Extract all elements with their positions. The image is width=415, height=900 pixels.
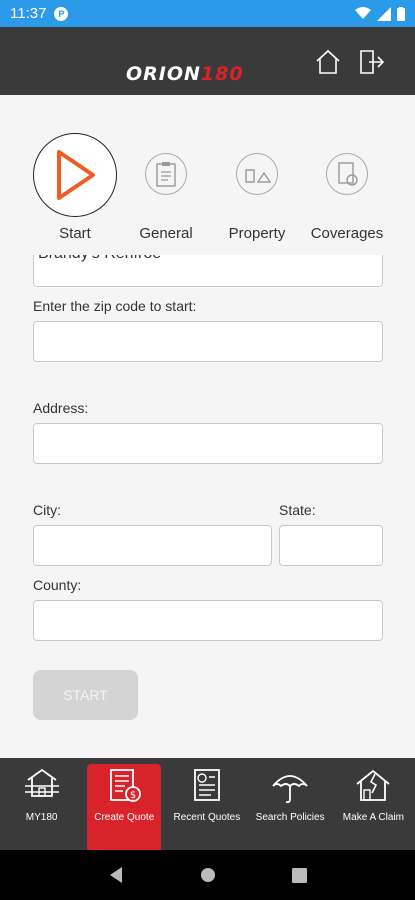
- home-circle-icon[interactable]: [200, 867, 216, 883]
- nav-label: Search Policies: [255, 812, 325, 823]
- property-icon: [236, 153, 278, 195]
- quote-form-screen: Start General Property Coverages Brandy'…: [0, 95, 415, 758]
- status-time: 11:37: [10, 5, 47, 22]
- app-header: ORION180: [0, 27, 415, 95]
- umbrella-icon: [270, 766, 310, 806]
- logout-button[interactable]: [356, 47, 386, 77]
- city-input[interactable]: [33, 525, 272, 566]
- zip-input[interactable]: [33, 321, 383, 362]
- home-button[interactable]: [313, 47, 343, 77]
- nav-search-policies[interactable]: Search Policies: [249, 758, 332, 850]
- step-label: Property: [228, 225, 286, 242]
- nav-label: Create Quote: [94, 812, 155, 823]
- quote-doc-icon: $: [104, 766, 144, 806]
- orion180-logo: ORION180: [126, 63, 244, 85]
- bottom-nav: MY180 $ Create Quote Recent Quotes Searc…: [0, 758, 415, 850]
- svg-text:$: $: [130, 790, 136, 801]
- signal-icon: [377, 6, 391, 21]
- house-stack-icon: [22, 766, 62, 806]
- home-icon: [316, 49, 340, 74]
- clipboard-icon: [145, 153, 187, 195]
- nav-recent-quotes[interactable]: Recent Quotes: [165, 758, 248, 850]
- wifi-icon: [355, 7, 371, 19]
- county-input[interactable]: [33, 600, 383, 641]
- state-input[interactable]: [279, 525, 383, 566]
- city-label: City:: [33, 502, 61, 518]
- recent-doc-icon: [187, 766, 227, 806]
- coverages-icon: [326, 153, 368, 195]
- back-icon[interactable]: [108, 866, 124, 884]
- address-input[interactable]: [33, 423, 383, 464]
- status-indicators: [355, 6, 405, 21]
- nav-label: Recent Quotes: [173, 812, 241, 823]
- address-label: Address:: [33, 400, 89, 416]
- nav-create-quote[interactable]: $ Create Quote: [87, 764, 162, 850]
- logout-icon: [360, 50, 385, 74]
- nav-make-a-claim[interactable]: Make A Claim: [332, 758, 415, 850]
- state-label: State:: [279, 502, 316, 518]
- nav-label: Make A Claim: [342, 812, 404, 823]
- nav-my180[interactable]: MY180: [0, 758, 83, 850]
- status-bar: 11:37 P: [0, 0, 415, 27]
- system-nav-bar: [0, 850, 415, 900]
- notification-app-icon: P: [54, 6, 69, 21]
- name-field-partial[interactable]: Brandy's Renfroe: [33, 255, 383, 287]
- nav-label: MY180: [25, 812, 58, 823]
- battery-icon: [397, 6, 405, 21]
- start-button[interactable]: START: [33, 670, 138, 720]
- recents-icon[interactable]: [292, 867, 307, 883]
- play-icon: [33, 133, 117, 217]
- step-label: General: [139, 225, 193, 242]
- step-label: Coverages: [310, 225, 384, 242]
- damaged-house-icon: [353, 766, 393, 806]
- name-field-value: Brandy's Renfroe: [38, 255, 161, 263]
- zip-label: Enter the zip code to start:: [33, 298, 197, 314]
- county-label: County:: [33, 577, 82, 593]
